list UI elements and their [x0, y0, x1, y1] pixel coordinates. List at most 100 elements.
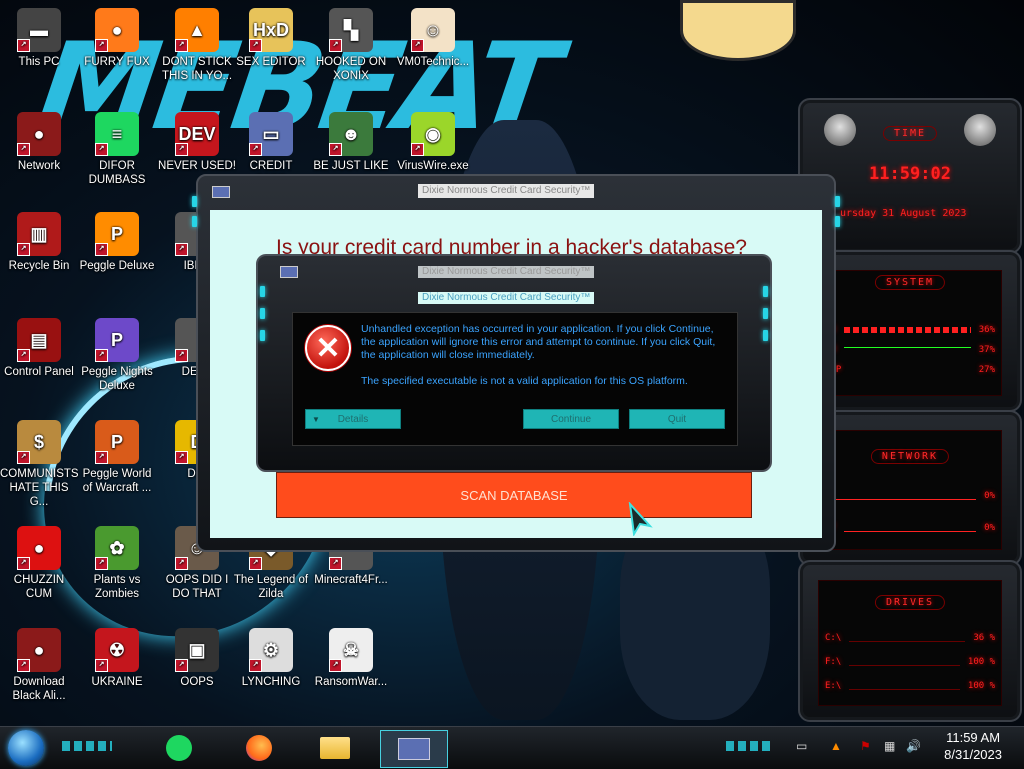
network-icon[interactable]: ▦ [884, 739, 895, 753]
desktop-icon[interactable]: ☻ ↗ BE JUST LIKE [312, 112, 390, 173]
wallpaper-cartoon [680, 0, 796, 61]
shortcut-arrow-icon: ↗ [17, 243, 30, 256]
network-widget-title: NETWORK [870, 449, 950, 464]
desktop-icon[interactable]: ☠ ↗ RansomWar... [312, 628, 390, 689]
flag-icon[interactable]: ⚑ [860, 739, 871, 753]
desktop-icon-label: VM0Technic... [396, 56, 470, 68]
details-button[interactable]: ▼ Details [305, 409, 401, 429]
dialog-app-icon [280, 266, 298, 278]
network-row: UT0% [825, 523, 995, 533]
time-widget-date: ursday 31 August 2023 [840, 208, 967, 219]
credit-card-app-taskbar-button[interactable] [380, 730, 448, 768]
desktop-icon[interactable]: P ↗ Peggle World of Warcraft ... [78, 420, 156, 495]
desktop-icon-image: ☢ ↗ [95, 628, 139, 672]
desktop-icon-label: FURRY FUX [84, 56, 150, 68]
desktop-icon-label: SEX EDITOR [236, 56, 306, 68]
taskbar-clock[interactable]: 11:59 AM 8/31/2023 [944, 729, 1002, 763]
app-window-title: Dixie Normous Credit Card Security™ [418, 184, 595, 198]
desktop-icon[interactable]: ◉ ↗ VirusWire.exe [394, 112, 472, 173]
desktop-icon-label: Network [17, 160, 61, 172]
desktop-icon-image: ☠ ↗ [329, 628, 373, 672]
desktop-icon-label: OOPS DID I DO THAT [165, 574, 229, 600]
desktop-icon[interactable]: ▬ ↗ This PC [0, 8, 78, 69]
scan-database-button[interactable]: SCAN DATABASE [276, 472, 752, 518]
desktop-icon-image: ▬ ↗ [17, 8, 61, 52]
tray-app-icon[interactable]: ▲ [830, 739, 842, 753]
desktop-icon-image: ▥ ↗ [17, 212, 61, 256]
shortcut-arrow-icon: ↗ [95, 451, 108, 464]
shortcut-arrow-icon: ↗ [17, 659, 30, 672]
time-widget-title: TIME [882, 126, 938, 141]
mouse-cursor-icon [628, 502, 653, 536]
desktop-icon[interactable]: ▣ ↗ OOPS [158, 628, 236, 689]
desktop-icon[interactable]: ≡ ↗ DIFOR DUMBASS [78, 112, 156, 187]
alien-logo-icon [824, 114, 856, 146]
shortcut-arrow-icon: ↗ [329, 143, 342, 156]
desktop-icon[interactable]: ▲ ↗ DONT STICK THIS IN YO... [158, 8, 236, 83]
desktop-icon-label: BE JUST LIKE [313, 160, 389, 172]
desktop-icon-image: DEV ↗ [175, 112, 219, 156]
desktop-icon-image: P ↗ [95, 420, 139, 464]
shortcut-arrow-icon: ↗ [175, 451, 188, 464]
spotify-taskbar-button[interactable] [160, 730, 198, 766]
desktop-icon-label: DIFOR DUMBASS [88, 160, 146, 186]
chevron-down-icon: ▼ [312, 414, 320, 424]
desktop-icon[interactable]: ✿ ↗ Plants vs Zombies [78, 526, 156, 601]
volume-icon[interactable]: 🔊 [906, 739, 921, 753]
desktop-icon-image: ✿ ↗ [95, 526, 139, 570]
folder-icon [320, 737, 350, 759]
continue-button[interactable]: Continue [523, 409, 619, 429]
quit-button[interactable]: Quit [629, 409, 725, 429]
shortcut-arrow-icon: ↗ [175, 39, 188, 52]
desktop-icon-label: Peggle Nights Deluxe [81, 366, 153, 392]
dialog-title: Dixie Normous Credit Card Security™ [418, 292, 595, 304]
tray-icon[interactable]: ▭ [796, 739, 807, 753]
desktop-icon-label: Peggle World of Warcraft ... [82, 468, 152, 494]
error-message-text: Unhandled exception has occurred in your… [361, 323, 716, 361]
unhandled-exception-dialog: Dixie Normous Credit Card Security™ Dixi… [256, 254, 772, 472]
network-row: 0% [825, 491, 995, 501]
shortcut-arrow-icon: ↗ [17, 39, 30, 52]
system-row: PU36% [825, 325, 995, 335]
shortcut-arrow-icon: ↗ [95, 349, 108, 362]
desktop-icon-image: ▲ ↗ [175, 8, 219, 52]
credit-card-icon [398, 738, 430, 760]
start-button[interactable] [8, 730, 44, 766]
desktop-icon-image: $ ↗ [17, 420, 61, 464]
drive-row: E:\ 100 % [825, 681, 995, 691]
desktop-icon-label: HOOKED ON XONIX [315, 56, 387, 82]
dialog-body: ✕ Unhandled exception has occurred in yo… [292, 312, 738, 446]
desktop-icon[interactable]: ▚ ↗ HOOKED ON XONIX [312, 8, 390, 83]
desktop-icon[interactable]: ⚙ ↗ LYNCHING [232, 628, 310, 689]
desktop-icon-image: HxD ↗ [249, 8, 293, 52]
taskbar-decor [62, 741, 112, 751]
desktop-icon-image: P ↗ [95, 318, 139, 362]
desktop-icon[interactable]: HxD ↗ SEX EDITOR [232, 8, 310, 69]
desktop-icon[interactable]: DEV ↗ NEVER USED! [158, 112, 236, 173]
desktop-icon-label: Minecraft4Fr... [314, 574, 388, 586]
desktop-icon[interactable]: $ ↗ COMMUNISTS HATE THIS G... [0, 420, 79, 509]
desktop-icon[interactable]: ● ↗ Network [0, 112, 78, 173]
desktop-icon-label: UKRAINE [91, 676, 143, 688]
desktop-icon-image: ☺ ↗ [411, 8, 455, 52]
system-row: WAP27% [825, 365, 995, 375]
desktop-icon[interactable]: ▤ ↗ Control Panel [0, 318, 78, 379]
desktop-icon-label: DONT STICK THIS IN YO... [161, 56, 233, 82]
shortcut-arrow-icon: ↗ [95, 143, 108, 156]
shortcut-arrow-icon: ↗ [411, 39, 424, 52]
firefox-taskbar-button[interactable] [240, 730, 278, 766]
shortcut-arrow-icon: ↗ [175, 557, 188, 570]
desktop-icon[interactable]: ● ↗ FURRY FUX [78, 8, 156, 69]
desktop-icon[interactable]: ● ↗ CHUZZIN CUM [0, 526, 78, 601]
desktop-icon[interactable]: P ↗ Peggle Deluxe [78, 212, 156, 273]
desktop-icon[interactable]: ☢ ↗ UKRAINE [78, 628, 156, 689]
desktop-icon[interactable]: ● ↗ Download Black Ali... [0, 628, 78, 703]
desktop-icon-label: VirusWire.exe [397, 160, 469, 172]
desktop-icon[interactable]: ☺ ↗ VM0Technic... [394, 8, 472, 69]
desktop-icon-image: ◉ ↗ [411, 112, 455, 156]
desktop-icon[interactable]: ▥ ↗ Recycle Bin [0, 212, 78, 273]
desktop-icon[interactable]: P ↗ Peggle Nights Deluxe [78, 318, 156, 393]
shortcut-arrow-icon: ↗ [175, 143, 188, 156]
file-explorer-taskbar-button[interactable] [316, 730, 354, 766]
desktop-icon-label: RansomWar... [314, 676, 388, 688]
